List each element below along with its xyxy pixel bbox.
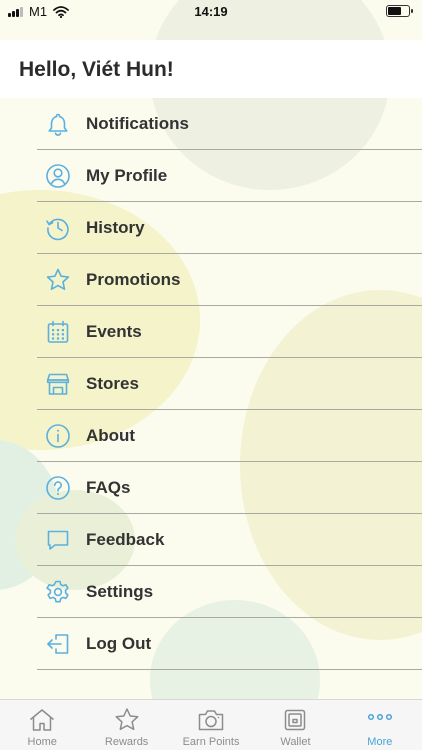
- more-dots-icon: [366, 707, 394, 733]
- menu-item-label: Promotions: [86, 270, 181, 289]
- star-icon: [45, 267, 71, 293]
- home-icon: [28, 707, 56, 733]
- menu-item-label: Feedback: [86, 530, 165, 549]
- menu-item-faqs[interactable]: FAQs: [0, 462, 422, 514]
- tab-home[interactable]: Home: [0, 700, 84, 750]
- menu-item-history[interactable]: History: [0, 202, 422, 254]
- menu-item-label: Settings: [86, 582, 154, 601]
- menu-item-events[interactable]: Events: [0, 306, 422, 358]
- gear-icon: [45, 579, 71, 605]
- menu-item-promotions[interactable]: Promotions: [0, 254, 422, 306]
- calendar-icon: [45, 319, 71, 345]
- tab-rewards[interactable]: Rewards: [84, 700, 168, 750]
- history-clock-icon: [45, 215, 71, 241]
- tab-more[interactable]: More: [338, 700, 422, 750]
- menu-item-label: My Profile: [86, 166, 168, 185]
- tab-wallet[interactable]: Wallet: [253, 700, 337, 750]
- menu-item-label: Stores: [86, 374, 139, 393]
- question-icon: [45, 475, 71, 501]
- menu-item-notifications[interactable]: Notifications: [0, 98, 422, 150]
- bell-icon: [45, 111, 71, 137]
- tab-earn-points[interactable]: Earn Points: [169, 700, 253, 750]
- star-icon: [113, 707, 141, 733]
- menu-item-settings[interactable]: Settings: [0, 566, 422, 618]
- tab-label: Wallet: [280, 736, 311, 748]
- menu-item-my-profile[interactable]: My Profile: [0, 150, 422, 202]
- divider: [37, 669, 422, 670]
- bottom-tab-bar: Home Rewards Earn Points Wallet More: [0, 699, 422, 750]
- battery-icon: [386, 5, 413, 17]
- battery-level: [388, 7, 402, 15]
- menu-item-log-out[interactable]: Log Out: [0, 618, 422, 670]
- store-icon: [45, 371, 71, 397]
- tab-label: Earn Points: [182, 736, 240, 748]
- menu-item-label: History: [86, 218, 145, 237]
- chat-bubble-icon: [45, 527, 71, 553]
- menu-item-label: Log Out: [86, 634, 152, 653]
- logout-icon: [45, 631, 71, 657]
- greeting-title: Hello, Viét Hun!: [19, 58, 174, 81]
- menu-item-label: FAQs: [86, 478, 131, 497]
- menu-item-label: Events: [86, 322, 142, 341]
- menu-item-about[interactable]: About: [0, 410, 422, 462]
- menu-item-label: About: [86, 426, 136, 445]
- menu-item-label: Notifications: [86, 114, 189, 133]
- status-time: 14:19: [194, 4, 228, 19]
- menu-item-feedback[interactable]: Feedback: [0, 514, 422, 566]
- status-bar: M1 14:19: [0, 0, 422, 22]
- wallet-icon: [281, 707, 309, 733]
- camera-icon: [197, 707, 225, 733]
- info-icon: [45, 423, 71, 449]
- tab-label: More: [367, 736, 393, 748]
- tab-label: Rewards: [104, 736, 149, 748]
- greeting-header: Hello, Viét Hun!: [0, 40, 422, 98]
- tab-label: Home: [27, 736, 57, 748]
- more-menu-list: Notifications My Profile History Promoti…: [0, 98, 422, 670]
- user-circle-icon: [45, 163, 71, 189]
- menu-item-stores[interactable]: Stores: [0, 358, 422, 410]
